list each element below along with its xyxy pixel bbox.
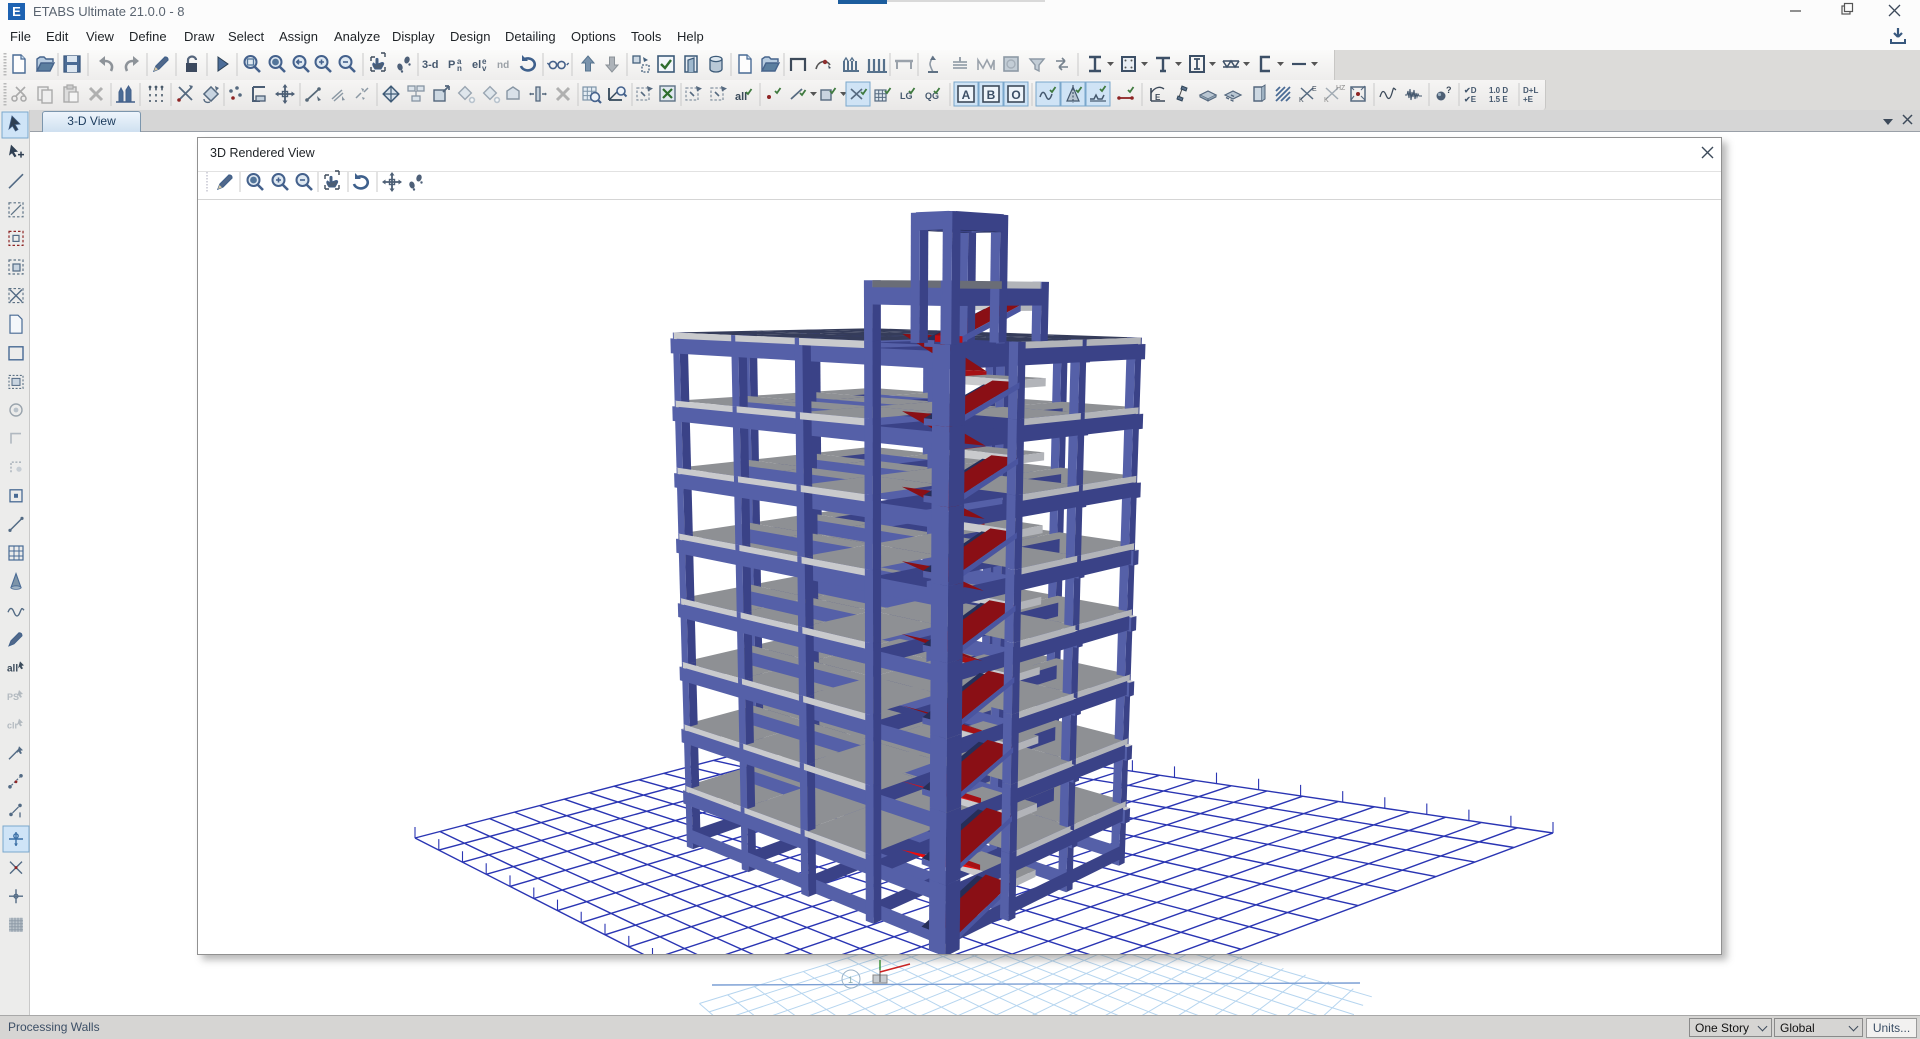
svg-text:E: E	[1312, 86, 1317, 93]
svg-text:1.5 E: 1.5 E	[1489, 95, 1508, 104]
svg-text:K: K	[1299, 97, 1304, 104]
svg-text:K: K	[1324, 97, 1329, 104]
svg-text:✔E: ✔E	[1464, 95, 1477, 104]
svg-text:D+L: D+L	[1523, 86, 1538, 95]
svg-text:?: ?	[1446, 85, 1452, 95]
svg-text:clr: clr	[7, 721, 19, 731]
svg-text:1.0 D: 1.0 D	[1489, 86, 1508, 95]
svg-text:HZ: HZ	[1336, 85, 1346, 92]
svg-text:O: O	[1011, 88, 1020, 102]
svg-text:all: all	[7, 663, 18, 674]
svg-text:E: E	[1155, 93, 1161, 102]
svg-text:PS: PS	[7, 692, 19, 702]
svg-text:A: A	[962, 88, 971, 102]
svg-text:all: all	[735, 91, 747, 103]
svg-text:✔D: ✔D	[1464, 86, 1477, 95]
svg-text:B: B	[987, 88, 996, 102]
svg-text:+E: +E	[1523, 95, 1534, 104]
svg-text:1: 1	[848, 975, 853, 985]
